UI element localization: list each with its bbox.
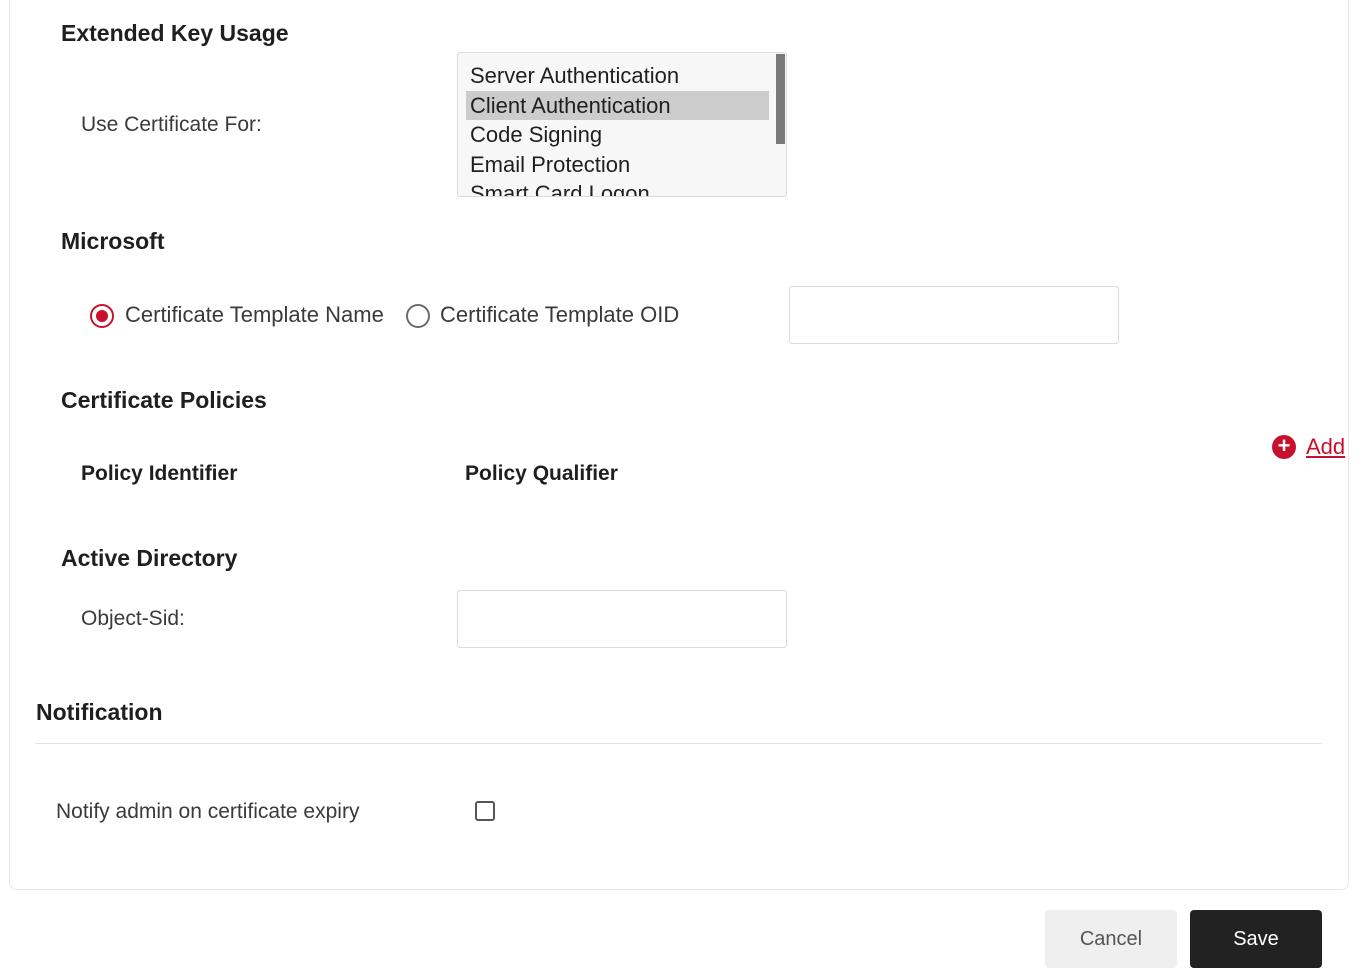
microsoft-title: Microsoft bbox=[61, 228, 165, 254]
add-policy-link[interactable]: Add bbox=[1306, 434, 1345, 460]
cancel-button[interactable]: Cancel bbox=[1045, 910, 1177, 968]
template-name-radio[interactable] bbox=[90, 304, 114, 328]
notify-expiry-checkbox[interactable] bbox=[475, 801, 495, 821]
template-name-radio-label[interactable]: Certificate Template Name bbox=[125, 302, 384, 328]
listbox-scrollbar[interactable] bbox=[776, 54, 785, 144]
list-item[interactable]: Smart Card Logon bbox=[466, 179, 769, 196]
object-sid-input[interactable] bbox=[457, 590, 787, 648]
save-button[interactable]: Save bbox=[1190, 910, 1322, 968]
extended-key-usage-title: Extended Key Usage bbox=[61, 20, 289, 46]
template-input[interactable] bbox=[789, 286, 1119, 344]
list-item[interactable]: Email Protection bbox=[466, 150, 769, 179]
notification-divider bbox=[35, 743, 1322, 744]
list-item-selected[interactable]: Client Authentication bbox=[466, 91, 769, 120]
certificate-policies-title: Certificate Policies bbox=[61, 387, 267, 413]
policy-qualifier-header: Policy Qualifier bbox=[465, 462, 618, 485]
notify-expiry-label: Notify admin on certificate expiry bbox=[56, 800, 360, 823]
active-directory-title: Active Directory bbox=[61, 545, 238, 571]
list-item[interactable]: Code Signing bbox=[466, 120, 769, 149]
template-oid-radio[interactable] bbox=[406, 304, 430, 328]
use-certificate-for-listbox[interactable]: Server Authentication Client Authenticat… bbox=[457, 52, 787, 197]
template-oid-radio-label[interactable]: Certificate Template OID bbox=[440, 302, 679, 328]
use-certificate-for-label: Use Certificate For: bbox=[81, 113, 262, 136]
list-item[interactable]: Server Authentication bbox=[466, 61, 769, 90]
add-icon[interactable]: + bbox=[1272, 435, 1296, 459]
object-sid-label: Object-Sid: bbox=[81, 607, 185, 630]
notification-title: Notification bbox=[36, 699, 163, 725]
policy-identifier-header: Policy Identifier bbox=[81, 462, 238, 485]
